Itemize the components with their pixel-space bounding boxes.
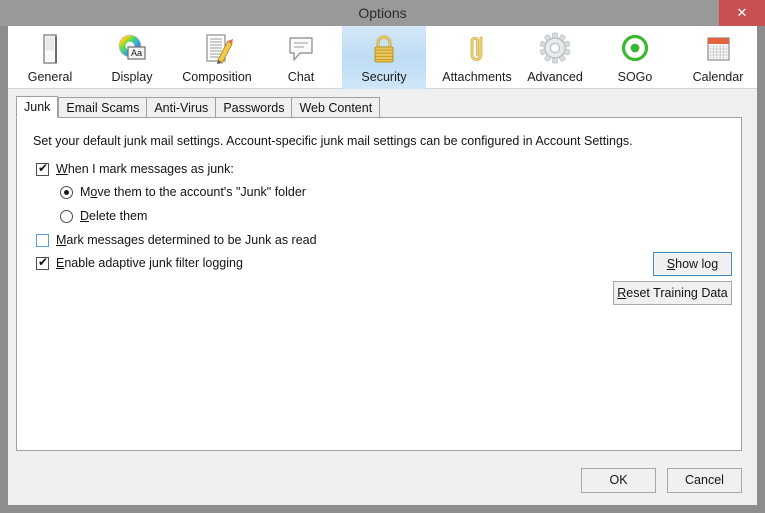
general-icon	[14, 32, 86, 66]
move-to-junk-folder-label: Move them to the account's "Junk" folder	[80, 185, 306, 199]
chat-icon	[272, 32, 330, 66]
panel-description: Set your default junk mail settings. Acc…	[33, 134, 633, 148]
toolbar-item-label: SOGo	[617, 70, 653, 84]
move-to-junk-folder-row[interactable]: Move them to the account's "Junk" folder	[60, 185, 306, 199]
checkmark-icon: ✔	[38, 254, 49, 269]
close-button[interactable]: ✕	[719, 0, 765, 26]
window-title: Options	[358, 5, 407, 21]
show-log-button[interactable]: Show log	[653, 252, 732, 276]
toolbar-item-security[interactable]: Security	[342, 26, 426, 89]
toolbar-item-label: Chat	[287, 70, 315, 84]
display-icon: Aa	[96, 32, 168, 66]
calendar-icon	[680, 32, 756, 66]
close-icon: ✕	[736, 5, 748, 20]
toolbar-item-calendar[interactable]: Calendar	[680, 26, 756, 89]
checkmark-icon: ✔	[38, 160, 49, 175]
mark-as-read-row[interactable]: Mark messages determined to be Junk as r…	[36, 233, 317, 247]
tab-junk[interactable]: Junk	[16, 96, 59, 118]
toolbar-item-composition[interactable]: Composition	[170, 26, 264, 89]
title-bar: Options ✕	[0, 0, 765, 26]
toolbar-item-label: Composition	[182, 70, 252, 84]
enable-adaptive-logging-label: Enable adaptive junk filter logging	[56, 256, 243, 270]
when-i-mark-messages-as-junk-row[interactable]: ✔ When I mark messages as junk:	[36, 160, 234, 176]
enable-adaptive-logging-row[interactable]: ✔ Enable adaptive junk filter logging	[36, 254, 243, 270]
reset-training-data-button[interactable]: Reset Training Data	[613, 281, 732, 305]
toolbar-item-label: Calendar	[692, 70, 744, 84]
options-window: Options ✕ General Aa Display Composition Cha…	[0, 0, 765, 513]
toolbar-item-advanced[interactable]: Advanced	[512, 26, 598, 89]
toolbar-item-sogo[interactable]: SOGo	[604, 26, 666, 89]
cancel-button[interactable]: Cancel	[667, 468, 742, 493]
tab-passwords[interactable]: Passwords	[215, 97, 292, 118]
toolbar-item-display[interactable]: Aa Display	[96, 26, 168, 89]
options-toolbar: General Aa Display Composition Chat Security A…	[8, 26, 757, 89]
tab-strip: Junk Email Scams Anti-Virus Passwords Web Co…	[16, 96, 381, 118]
lock-icon	[342, 32, 426, 66]
delete-them-label: Delete them	[80, 209, 148, 223]
svg-text:Aa: Aa	[131, 48, 142, 58]
toolbar-item-label: Display	[111, 70, 153, 84]
delete-them-row[interactable]: Delete them	[60, 209, 147, 223]
toolbar-item-label: Security	[361, 70, 407, 84]
toolbar-item-general[interactable]: General	[14, 26, 86, 89]
delete-them-radio[interactable]	[60, 209, 73, 223]
target-icon	[604, 32, 666, 66]
tab-email-scams[interactable]: Email Scams	[58, 97, 147, 118]
tab-web-content[interactable]: Web Content	[291, 97, 381, 118]
mark-as-read-checkbox[interactable]	[36, 233, 49, 247]
enable-adaptive-logging-checkbox[interactable]: ✔	[36, 254, 49, 270]
toolbar-item-label: General	[27, 70, 73, 84]
composition-icon	[170, 32, 264, 66]
move-to-junk-folder-radio[interactable]	[60, 185, 73, 199]
toolbar-item-label: Advanced	[527, 70, 583, 84]
radio-dot-icon	[64, 189, 69, 195]
ok-button[interactable]: OK	[581, 468, 656, 493]
mark-as-read-label: Mark messages determined to be Junk as r…	[56, 233, 317, 247]
when-i-mark-messages-as-junk-label: When I mark messages as junk:	[56, 162, 234, 176]
tab-anti-virus[interactable]: Anti-Virus	[146, 97, 216, 118]
when-i-mark-messages-as-junk-checkbox[interactable]: ✔	[36, 160, 49, 176]
toolbar-item-chat[interactable]: Chat	[272, 26, 330, 89]
gear-icon	[512, 32, 598, 66]
